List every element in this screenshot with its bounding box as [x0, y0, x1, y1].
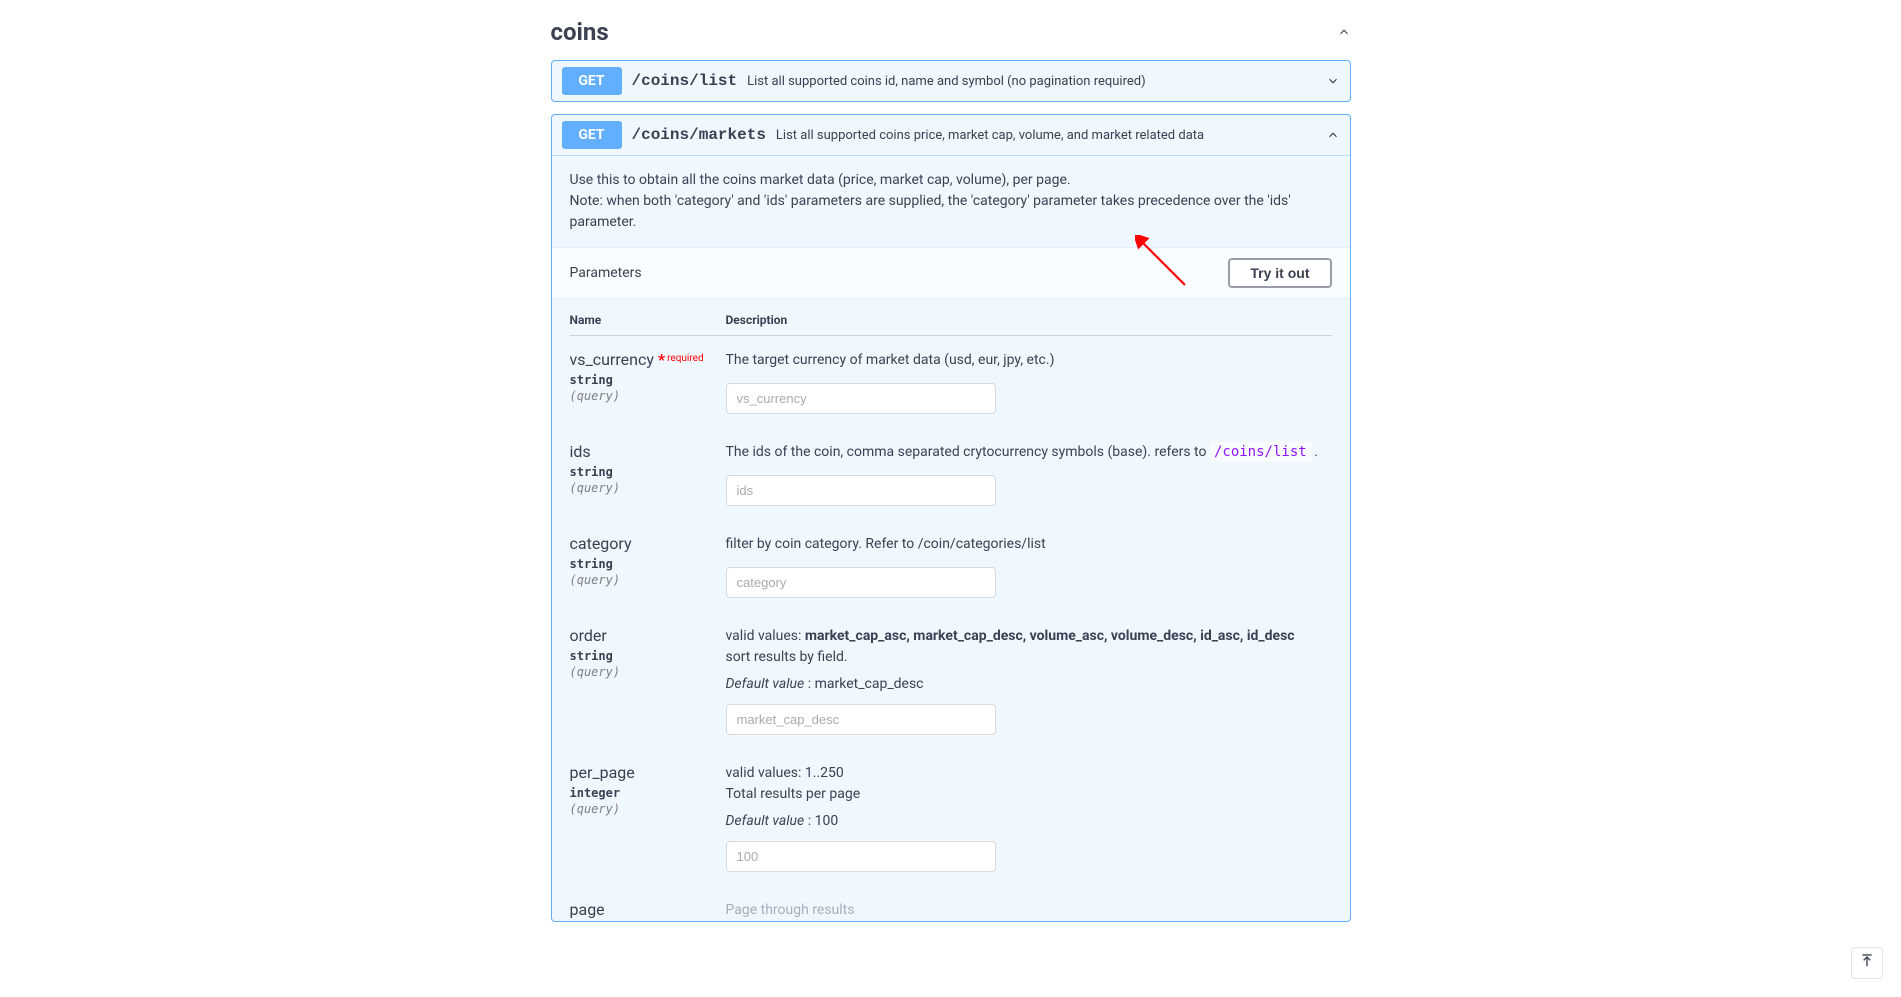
api-doc-container: coins GET /coins/list List all supported…	[551, 0, 1351, 922]
param-description: filter by coin category. Refer to /coin/…	[726, 534, 1332, 555]
section-header[interactable]: coins	[551, 10, 1351, 48]
try-it-out-button[interactable]: Try it out	[1228, 258, 1331, 288]
param-description: valid values: 1..250 Total results per p…	[726, 763, 1332, 805]
param-in: (query)	[570, 802, 726, 816]
endpoint-coins-markets: GET /coins/markets List all supported co…	[551, 114, 1351, 922]
param-type: string	[570, 649, 726, 663]
endpoint-coins-list: GET /coins/list List all supported coins…	[551, 60, 1351, 102]
parameters-title: Parameters	[570, 265, 642, 281]
param-desc-cell: valid values: 1..250 Total results per p…	[726, 763, 1332, 872]
method-badge-get: GET	[562, 67, 622, 95]
scroll-top-icon	[1859, 953, 1875, 973]
endpoint-path: /coins/markets	[632, 126, 766, 144]
scroll-to-top-button[interactable]	[1851, 947, 1883, 979]
endpoint-summary: List all supported coins price, market c…	[776, 128, 1204, 143]
param-description: Page through results	[726, 900, 1332, 921]
param-name: per_page	[570, 763, 726, 782]
param-type: string	[570, 557, 726, 571]
endpoint-summary: List all supported coins id, name and sy…	[747, 74, 1146, 89]
required-star-icon: *	[654, 350, 665, 369]
param-name: order	[570, 626, 726, 645]
param-name: vs_currency *required	[570, 350, 726, 369]
param-name-cell: category string (query)	[570, 534, 726, 598]
coins-list-link[interactable]: /coins/list	[1210, 442, 1311, 462]
parameters-table: Name Description vs_currency *required s…	[552, 299, 1350, 921]
description-line: Use this to obtain all the coins market …	[570, 170, 1332, 191]
section-title: coins	[551, 18, 609, 46]
chevron-up-icon	[1326, 128, 1340, 142]
param-type: integer	[570, 786, 726, 800]
table-header-row: Name Description	[570, 313, 1332, 336]
endpoint-body: Use this to obtain all the coins market …	[552, 155, 1350, 921]
param-type: string	[570, 373, 726, 387]
param-in: (query)	[570, 389, 726, 403]
category-input[interactable]	[726, 567, 996, 598]
default-value-line: Default value : 100	[726, 813, 1332, 829]
param-row-per-page: per_page integer (query) valid values: 1…	[570, 763, 1332, 872]
param-type: string	[570, 465, 726, 479]
endpoint-summary-row[interactable]: GET /coins/list List all supported coins…	[552, 61, 1350, 101]
param-description: The ids of the coin, comma separated cry…	[726, 442, 1332, 463]
param-row-category: category string (query) filter by coin c…	[570, 534, 1332, 598]
param-desc-cell: filter by coin category. Refer to /coin/…	[726, 534, 1332, 598]
param-name: category	[570, 534, 726, 553]
param-in: (query)	[570, 573, 726, 587]
param-name-cell: order string (query)	[570, 626, 726, 735]
param-name: page	[570, 900, 726, 919]
param-desc-cell: The ids of the coin, comma separated cry…	[726, 442, 1332, 506]
method-badge-get: GET	[562, 121, 622, 149]
param-name-cell: vs_currency *required string (query)	[570, 350, 726, 414]
column-header-name: Name	[570, 313, 726, 327]
param-row-page: page Page through results	[570, 900, 1332, 921]
ids-input[interactable]	[726, 475, 996, 506]
param-description: The target currency of market data (usd,…	[726, 350, 1332, 371]
order-input[interactable]	[726, 704, 996, 735]
vs-currency-input[interactable]	[726, 383, 996, 414]
param-row-order: order string (query) valid values: marke…	[570, 626, 1332, 735]
param-row-vs-currency: vs_currency *required string (query) The…	[570, 350, 1332, 414]
chevron-down-icon	[1326, 74, 1340, 88]
parameters-header: Parameters Try it out	[552, 247, 1350, 299]
endpoint-path: /coins/list	[632, 72, 738, 90]
chevron-up-icon	[1337, 25, 1351, 39]
param-name-cell: page	[570, 900, 726, 921]
endpoint-description: Use this to obtain all the coins market …	[552, 156, 1350, 247]
column-header-description: Description	[726, 313, 788, 327]
param-desc-cell: valid values: market_cap_asc, market_cap…	[726, 626, 1332, 735]
param-desc-cell: The target currency of market data (usd,…	[726, 350, 1332, 414]
param-name-cell: ids string (query)	[570, 442, 726, 506]
param-in: (query)	[570, 481, 726, 495]
endpoint-summary-row[interactable]: GET /coins/markets List all supported co…	[552, 115, 1350, 155]
required-label: required	[667, 353, 703, 364]
param-description: valid values: market_cap_asc, market_cap…	[726, 626, 1332, 668]
default-value-line: Default value : market_cap_desc	[726, 676, 1332, 692]
per-page-input[interactable]	[726, 841, 996, 872]
param-name: ids	[570, 442, 726, 461]
param-desc-cell: Page through results	[726, 900, 1332, 921]
param-name-cell: per_page integer (query)	[570, 763, 726, 872]
param-row-ids: ids string (query) The ids of the coin, …	[570, 442, 1332, 506]
description-line: Note: when both 'category' and 'ids' par…	[570, 191, 1332, 233]
param-in: (query)	[570, 665, 726, 679]
